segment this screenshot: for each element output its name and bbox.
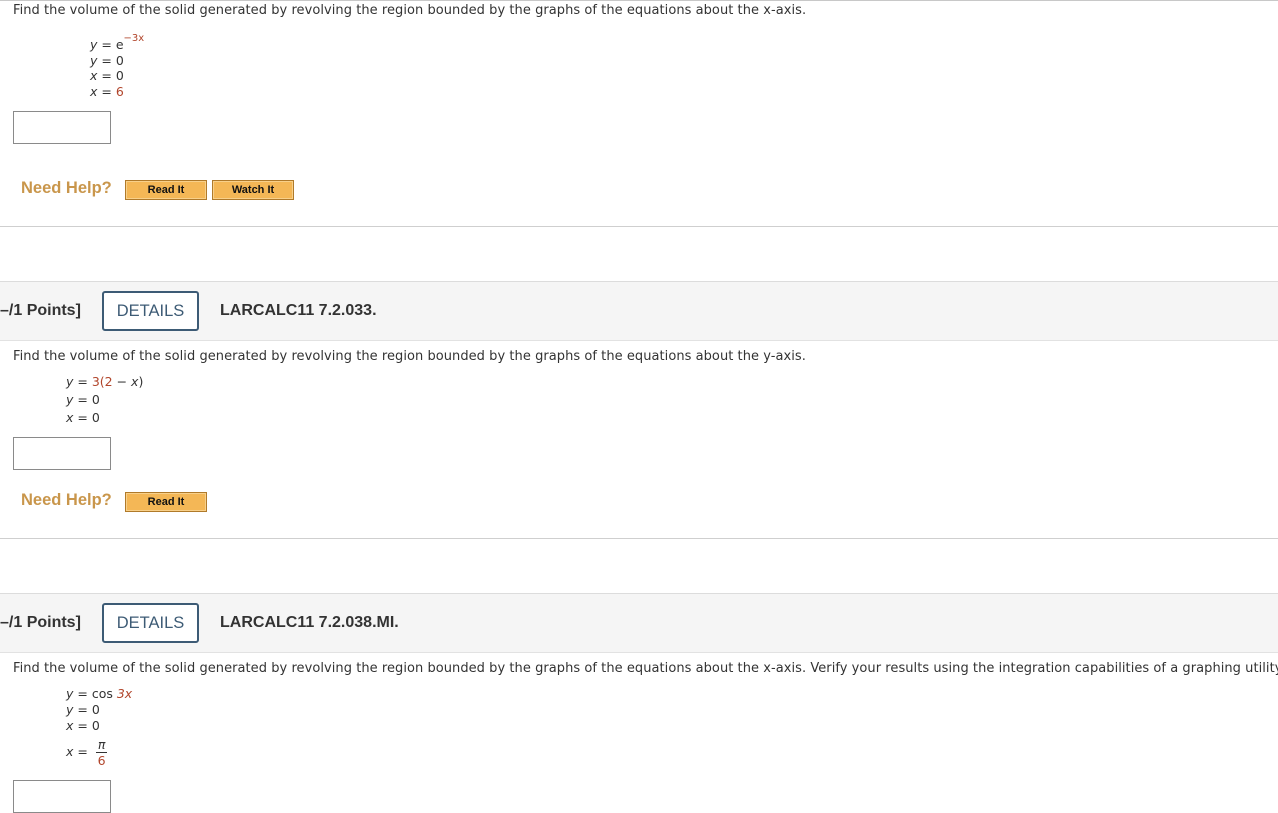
q3-points: –/1 Points] (0, 614, 81, 631)
q1-equation-4: x = 6 (90, 84, 124, 99)
q1-read-it-button[interactable]: Read It (125, 180, 207, 200)
separator (0, 538, 1278, 539)
q3-header: –/1 Points] DETAILS LARCALC11 7.2.038.MI… (0, 593, 1278, 653)
q1-equation-3: x = 0 (90, 68, 124, 83)
separator (0, 226, 1278, 227)
q2-details-button[interactable]: DETAILS (102, 291, 199, 331)
q2-equation-2: y = 0 (66, 392, 100, 407)
q3-equation-3: x = 0 (66, 718, 100, 733)
q1-equation-2: y = 0 (90, 53, 124, 68)
q1-watch-it-button[interactable]: Watch It (212, 180, 294, 200)
q1-need-help-label: Need Help? (21, 179, 112, 197)
q2-problem-id: LARCALC11 7.2.033. (220, 302, 377, 319)
q3-equation-2: y = 0 (66, 702, 100, 717)
question-1-prompt: Find the volume of the solid generated b… (13, 3, 807, 18)
question-2-prompt: Find the volume of the solid generated b… (13, 349, 806, 364)
q2-read-it-button[interactable]: Read It (125, 492, 207, 512)
q3-equation-4: x = π6 (66, 737, 108, 768)
q3-problem-id: LARCALC11 7.2.038.MI. (220, 614, 399, 631)
fraction: π6 (95, 737, 108, 768)
top-border (0, 0, 1278, 1)
q3-equation-1: y = cos 3x (66, 686, 133, 701)
question-3-prompt: Find the volume of the solid generated b… (13, 661, 1278, 676)
q1-answer-input[interactable] (13, 111, 111, 144)
q2-equation-1: y = 3(2 − x) (66, 374, 144, 389)
q2-answer-input[interactable] (13, 437, 111, 470)
q2-header: –/1 Points] DETAILS LARCALC11 7.2.033. (0, 281, 1278, 341)
q3-details-button[interactable]: DETAILS (102, 603, 199, 643)
q1-equation-1: y = e−3x (90, 32, 145, 52)
q2-equation-3: x = 0 (66, 410, 100, 425)
q2-need-help-label: Need Help? (21, 491, 112, 509)
q2-points: –/1 Points] (0, 302, 81, 319)
